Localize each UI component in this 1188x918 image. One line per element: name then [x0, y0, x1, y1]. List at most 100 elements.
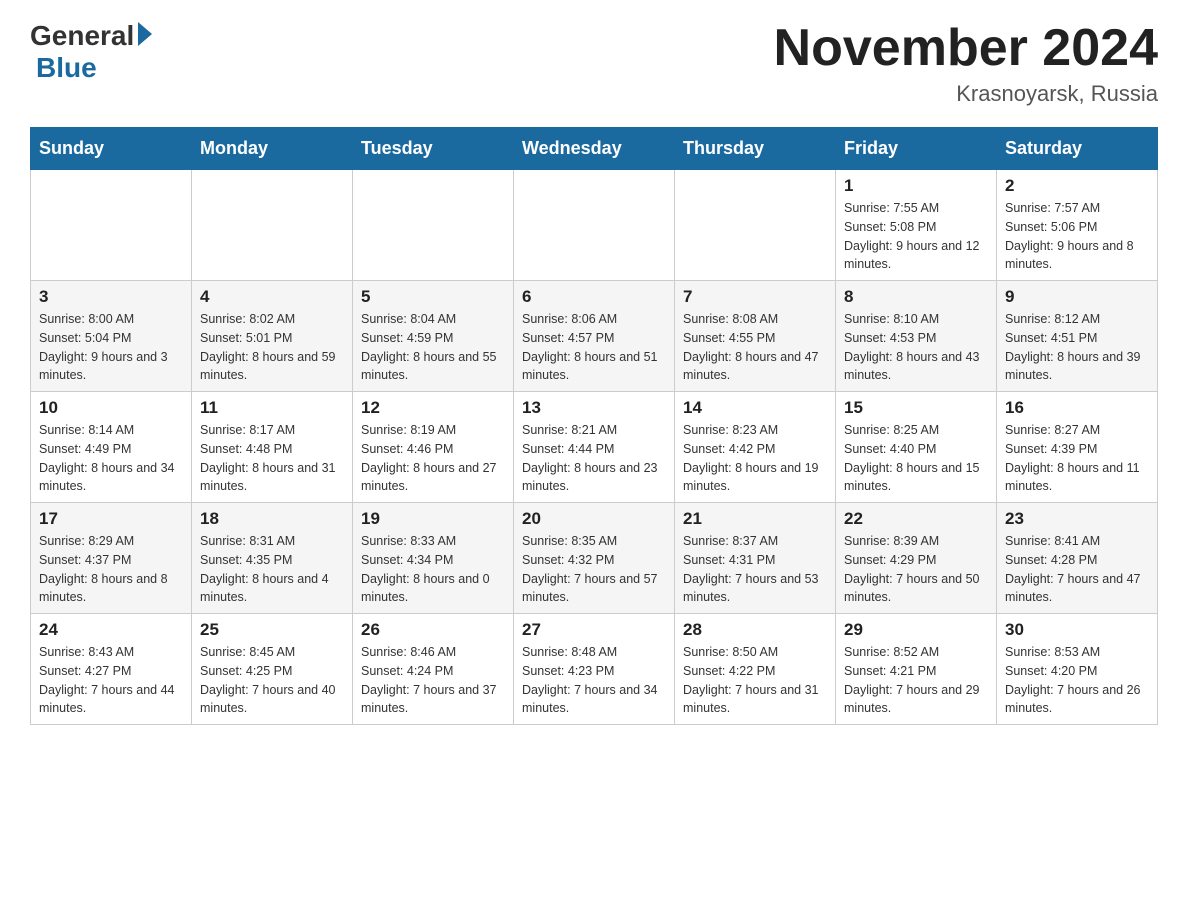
day-number: 16 [1005, 398, 1149, 418]
calendar-week-2: 3Sunrise: 8:00 AMSunset: 5:04 PMDaylight… [31, 281, 1158, 392]
day-number: 30 [1005, 620, 1149, 640]
day-info: Sunrise: 8:12 AMSunset: 4:51 PMDaylight:… [1005, 310, 1149, 385]
calendar-cell: 18Sunrise: 8:31 AMSunset: 4:35 PMDayligh… [192, 503, 353, 614]
day-info: Sunrise: 8:37 AMSunset: 4:31 PMDaylight:… [683, 532, 827, 607]
calendar-cell: 20 Sunrise: 8:35 AMSunset: 4:32 PMDayligh… [514, 503, 675, 614]
calendar-cell: 21 Sunrise: 8:37 AMSunset: 4:31 PMDayligh… [675, 503, 836, 614]
calendar-week-4: 17 Sunrise: 8:29 AMSunset: 4:37 PMDayligh… [31, 503, 1158, 614]
day-number: 11 [200, 398, 344, 418]
calendar-cell: 26 Sunrise: 8:46 AMSunset: 4:24 PMDayligh… [353, 614, 514, 725]
calendar-cell: 13 Sunrise: 8:21 AMSunset: 4:44 PMDayligh… [514, 392, 675, 503]
calendar-cell [675, 170, 836, 281]
logo-general: General [30, 20, 134, 52]
day-number: 3 [39, 287, 183, 307]
day-info: Sunrise: 8:08 AMSunset: 4:55 PMDaylight:… [683, 310, 827, 385]
calendar-cell: 29 Sunrise: 8:52 AMSunset: 4:21 PMDayligh… [836, 614, 997, 725]
calendar-cell [353, 170, 514, 281]
calendar-cell: 12Sunrise: 8:19 AMSunset: 4:46 PMDayligh… [353, 392, 514, 503]
weekday-header-row: SundayMondayTuesdayWednesdayThursdayFrid… [31, 128, 1158, 170]
day-number: 27 [522, 620, 666, 640]
day-info: Sunrise: 8:14 AMSunset: 4:49 PMDaylight:… [39, 421, 183, 496]
day-number: 5 [361, 287, 505, 307]
calendar-cell: 11Sunrise: 8:17 AMSunset: 4:48 PMDayligh… [192, 392, 353, 503]
calendar-title: November 2024 [774, 20, 1158, 77]
day-number: 12 [361, 398, 505, 418]
calendar-cell: 4Sunrise: 8:02 AMSunset: 5:01 PMDaylight… [192, 281, 353, 392]
day-number: 29 [844, 620, 988, 640]
calendar-cell: 28 Sunrise: 8:50 AMSunset: 4:22 PMDayligh… [675, 614, 836, 725]
calendar-cell: 2Sunrise: 7:57 AMSunset: 5:06 PMDaylight… [997, 170, 1158, 281]
calendar-cell: 22 Sunrise: 8:39 AMSunset: 4:29 PMDayligh… [836, 503, 997, 614]
day-number: 24 [39, 620, 183, 640]
weekday-header-thursday: Thursday [675, 128, 836, 170]
calendar-cell: 10 Sunrise: 8:14 AMSunset: 4:49 PMDayligh… [31, 392, 192, 503]
day-number: 9 [1005, 287, 1149, 307]
day-info: Sunrise: 8:23 AMSunset: 4:42 PMDaylight:… [683, 421, 827, 496]
day-number: 22 [844, 509, 988, 529]
day-info: Sunrise: 7:55 AMSunset: 5:08 PMDaylight:… [844, 199, 988, 274]
day-info: Sunrise: 8:27 AMSunset: 4:39 PMDaylight:… [1005, 421, 1149, 496]
day-info: Sunrise: 8:29 AMSunset: 4:37 PMDaylight:… [39, 532, 183, 607]
day-info: Sunrise: 8:52 AMSunset: 4:21 PMDaylight:… [844, 643, 988, 718]
calendar-cell [514, 170, 675, 281]
logo-blue: Blue [36, 52, 97, 84]
calendar-cell: 19 Sunrise: 8:33 AMSunset: 4:34 PMDayligh… [353, 503, 514, 614]
weekday-header-sunday: Sunday [31, 128, 192, 170]
calendar-cell: 17 Sunrise: 8:29 AMSunset: 4:37 PMDayligh… [31, 503, 192, 614]
day-number: 10 [39, 398, 183, 418]
day-info: Sunrise: 8:10 AMSunset: 4:53 PMDaylight:… [844, 310, 988, 385]
day-number: 26 [361, 620, 505, 640]
calendar-cell [192, 170, 353, 281]
day-info: Sunrise: 8:31 AMSunset: 4:35 PMDaylight:… [200, 532, 344, 607]
day-info: Sunrise: 7:57 AMSunset: 5:06 PMDaylight:… [1005, 199, 1149, 274]
weekday-header-monday: Monday [192, 128, 353, 170]
day-info: Sunrise: 8:06 AMSunset: 4:57 PMDaylight:… [522, 310, 666, 385]
page-header: General Blue November 2024 Krasnoyarsk, … [30, 20, 1158, 107]
day-info: Sunrise: 8:33 AMSunset: 4:34 PMDaylight:… [361, 532, 505, 607]
day-info: Sunrise: 8:39 AMSunset: 4:29 PMDaylight:… [844, 532, 988, 607]
day-number: 17 [39, 509, 183, 529]
calendar-week-5: 24 Sunrise: 8:43 AMSunset: 4:27 PMDayligh… [31, 614, 1158, 725]
calendar-subtitle: Krasnoyarsk, Russia [774, 81, 1158, 107]
calendar-cell: 30 Sunrise: 8:53 AMSunset: 4:20 PMDayligh… [997, 614, 1158, 725]
calendar-cell: 9 Sunrise: 8:12 AMSunset: 4:51 PMDaylight… [997, 281, 1158, 392]
calendar-cell: 8 Sunrise: 8:10 AMSunset: 4:53 PMDaylight… [836, 281, 997, 392]
day-info: Sunrise: 8:25 AMSunset: 4:40 PMDaylight:… [844, 421, 988, 496]
day-number: 8 [844, 287, 988, 307]
day-number: 4 [200, 287, 344, 307]
weekday-header-saturday: Saturday [997, 128, 1158, 170]
day-info: Sunrise: 8:45 AMSunset: 4:25 PMDaylight:… [200, 643, 344, 718]
day-number: 25 [200, 620, 344, 640]
day-number: 20 [522, 509, 666, 529]
day-number: 6 [522, 287, 666, 307]
calendar-cell: 3Sunrise: 8:00 AMSunset: 5:04 PMDaylight… [31, 281, 192, 392]
day-info: Sunrise: 8:46 AMSunset: 4:24 PMDaylight:… [361, 643, 505, 718]
weekday-header-wednesday: Wednesday [514, 128, 675, 170]
calendar-cell: 14Sunrise: 8:23 AMSunset: 4:42 PMDayligh… [675, 392, 836, 503]
calendar-week-3: 10 Sunrise: 8:14 AMSunset: 4:49 PMDayligh… [31, 392, 1158, 503]
day-number: 19 [361, 509, 505, 529]
day-info: Sunrise: 8:50 AMSunset: 4:22 PMDaylight:… [683, 643, 827, 718]
calendar-cell: 27 Sunrise: 8:48 AMSunset: 4:23 PMDayligh… [514, 614, 675, 725]
day-info: Sunrise: 8:48 AMSunset: 4:23 PMDaylight:… [522, 643, 666, 718]
calendar-week-1: 1Sunrise: 7:55 AMSunset: 5:08 PMDaylight… [31, 170, 1158, 281]
calendar-cell [31, 170, 192, 281]
day-info: Sunrise: 8:21 AMSunset: 4:44 PMDaylight:… [522, 421, 666, 496]
weekday-header-tuesday: Tuesday [353, 128, 514, 170]
calendar-cell: 6 Sunrise: 8:06 AMSunset: 4:57 PMDaylight… [514, 281, 675, 392]
calendar-cell: 23 Sunrise: 8:41 AMSunset: 4:28 PMDayligh… [997, 503, 1158, 614]
day-number: 21 [683, 509, 827, 529]
logo: General Blue [30, 20, 152, 84]
calendar-cell: 5Sunrise: 8:04 AMSunset: 4:59 PMDaylight… [353, 281, 514, 392]
day-info: Sunrise: 8:43 AMSunset: 4:27 PMDaylight:… [39, 643, 183, 718]
weekday-header-friday: Friday [836, 128, 997, 170]
calendar-cell: 7Sunrise: 8:08 AMSunset: 4:55 PMDaylight… [675, 281, 836, 392]
day-number: 23 [1005, 509, 1149, 529]
day-number: 28 [683, 620, 827, 640]
calendar-cell: 1Sunrise: 7:55 AMSunset: 5:08 PMDaylight… [836, 170, 997, 281]
day-info: Sunrise: 8:53 AMSunset: 4:20 PMDaylight:… [1005, 643, 1149, 718]
calendar-cell: 15Sunrise: 8:25 AMSunset: 4:40 PMDayligh… [836, 392, 997, 503]
day-info: Sunrise: 8:35 AMSunset: 4:32 PMDaylight:… [522, 532, 666, 607]
day-number: 13 [522, 398, 666, 418]
day-info: Sunrise: 8:41 AMSunset: 4:28 PMDaylight:… [1005, 532, 1149, 607]
